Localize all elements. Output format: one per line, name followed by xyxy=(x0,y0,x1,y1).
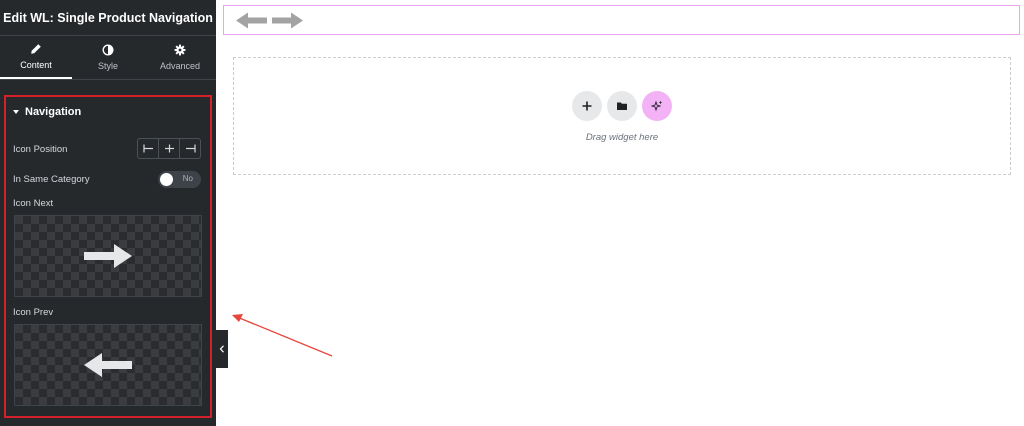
icon-position-label: Icon Position xyxy=(13,144,68,155)
plus-icon xyxy=(582,101,592,111)
annotation-arrow xyxy=(232,314,333,357)
caret-down-icon xyxy=(13,110,19,114)
icon-position-center-button[interactable] xyxy=(159,139,180,158)
navigation-widget-preview[interactable] xyxy=(223,5,1020,35)
align-center-icon xyxy=(164,144,174,153)
gear-icon xyxy=(174,44,186,56)
editor-app: Edit WL: Single Product Navigation Conte… xyxy=(0,0,1024,426)
pencil-icon xyxy=(31,44,41,54)
navigation-section: Navigation Icon Position In Same Categor… xyxy=(4,95,212,418)
tab-content-label: Content xyxy=(20,60,52,70)
add-section-button[interactable] xyxy=(572,91,602,121)
arrow-left-icon xyxy=(236,12,267,28)
editor-panel: Edit WL: Single Product Navigation Conte… xyxy=(0,0,216,426)
switch-knob xyxy=(160,173,173,186)
icon-next-picker[interactable] xyxy=(14,215,202,297)
folder-icon xyxy=(617,102,627,110)
icon-position-left-button[interactable] xyxy=(138,139,159,158)
arrow-right-icon xyxy=(84,244,132,268)
sparkle-icon xyxy=(651,100,663,112)
panel-header: Edit WL: Single Product Navigation xyxy=(0,0,216,36)
chevron-left-icon xyxy=(219,345,224,353)
align-left-icon xyxy=(142,144,153,153)
panel-title: Edit WL: Single Product Navigation xyxy=(3,10,213,25)
widget-dropzone: Drag widget here xyxy=(233,57,1011,175)
tab-content[interactable]: Content xyxy=(0,36,72,79)
switch-state-text: No xyxy=(182,174,193,183)
panel-collapse-button[interactable] xyxy=(216,330,228,368)
tab-style[interactable]: Style xyxy=(72,36,144,79)
icon-position-right-button[interactable] xyxy=(180,139,200,158)
tab-advanced-label: Advanced xyxy=(159,61,201,71)
icon-prev-label: Icon Prev xyxy=(13,307,54,318)
icon-position-control xyxy=(137,138,201,159)
ai-generate-button[interactable] xyxy=(642,91,672,121)
tab-advanced[interactable]: Advanced xyxy=(144,36,216,79)
panel-tabs: Content Style Advanced xyxy=(0,36,216,80)
section-title: Navigation xyxy=(25,106,82,118)
icon-prev-picker[interactable] xyxy=(14,324,202,406)
tab-style-label: Style xyxy=(97,61,118,71)
dropzone-hint: Drag widget here xyxy=(585,132,659,143)
same-category-switch[interactable]: No xyxy=(158,171,201,188)
dropzone-actions xyxy=(572,91,672,121)
icon-next-label: Icon Next xyxy=(13,198,54,209)
align-right-icon xyxy=(185,144,196,153)
half-circle-icon xyxy=(102,44,114,56)
add-template-button[interactable] xyxy=(607,91,637,121)
arrow-left-icon xyxy=(84,353,132,377)
navigation-section-toggle[interactable]: Navigation xyxy=(13,106,81,118)
arrow-right-icon xyxy=(272,12,303,28)
same-category-label: In Same Category xyxy=(13,174,90,185)
